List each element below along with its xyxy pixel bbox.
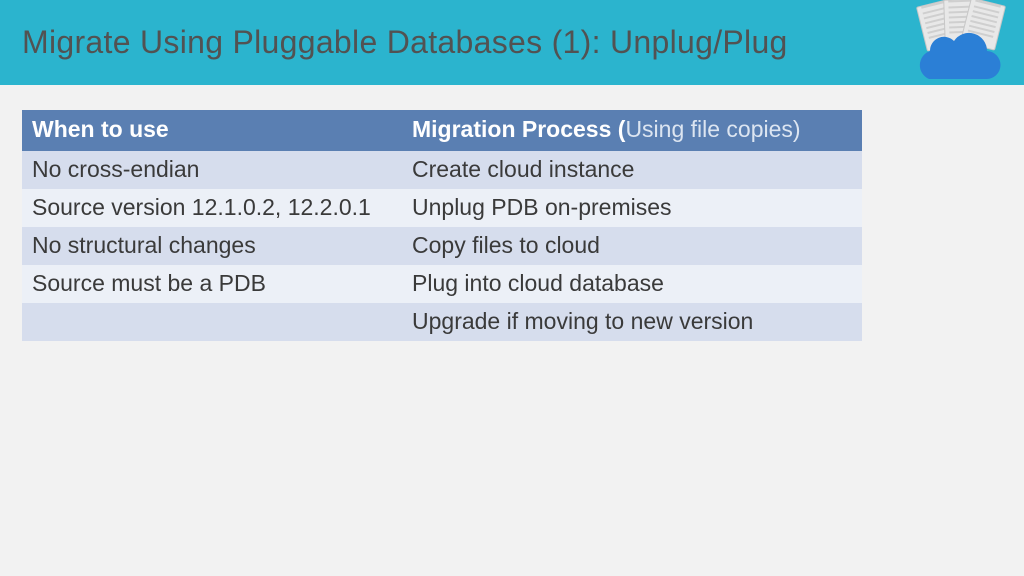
migration-table: When to use Migration Process (Using fil…: [22, 110, 862, 341]
cell-left: No cross-endian: [22, 151, 402, 189]
header-migration-bold: Migration Process (: [412, 116, 625, 142]
slide-content: When to use Migration Process (Using fil…: [0, 85, 1024, 366]
cell-right: Unplug PDB on-premises: [402, 189, 862, 227]
cell-right: Copy files to cloud: [402, 227, 862, 265]
cell-left: Source version 12.1.0.2, 12.2.0.1: [22, 189, 402, 227]
table-header-row: When to use Migration Process (Using fil…: [22, 110, 862, 151]
cell-left: Source must be a PDB: [22, 265, 402, 303]
table-row: Upgrade if moving to new version: [22, 303, 862, 341]
slide-header: Migrate Using Pluggable Databases (1): U…: [0, 0, 1024, 85]
cell-left: No structural changes: [22, 227, 402, 265]
table-row: Source must be a PDBPlug into cloud data…: [22, 265, 862, 303]
cell-right: Upgrade if moving to new version: [402, 303, 862, 341]
cell-right: Create cloud instance: [402, 151, 862, 189]
slide-title: Migrate Using Pluggable Databases (1): U…: [22, 24, 788, 61]
cell-right: Plug into cloud database: [402, 265, 862, 303]
table-row: No cross-endianCreate cloud instance: [22, 151, 862, 189]
header-when-to-use: When to use: [22, 110, 402, 151]
header-migration-sub: Using file copies): [625, 116, 800, 142]
cell-left: [22, 303, 402, 341]
table-row: No structural changesCopy files to cloud: [22, 227, 862, 265]
cloud-documents-icon: [911, 7, 1006, 79]
cloud-icon: [911, 21, 1006, 79]
header-migration-process: Migration Process (Using file copies): [402, 110, 862, 151]
table-row: Source version 12.1.0.2, 12.2.0.1Unplug …: [22, 189, 862, 227]
